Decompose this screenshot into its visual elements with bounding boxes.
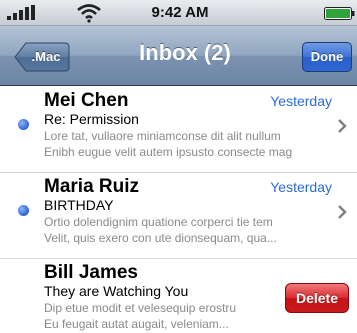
message-row[interactable]: Maria Ruiz Yesterday BIRTHDAY Ortio dole… <box>0 173 357 259</box>
message-preview-line2: Enibh eugue velit autem ipsusto consecte… <box>44 145 293 159</box>
message-subject: They are Watching You <box>44 283 189 299</box>
done-button[interactable]: Done <box>302 42 352 72</box>
message-preview-line1: Ortio dolendignim quatione corperci tie … <box>44 215 273 229</box>
message-preview-line2: Eu feugait autat augait, veleniam... <box>44 317 229 331</box>
chevron-right-icon <box>338 205 347 219</box>
status-time: 9:42 AM <box>151 4 209 21</box>
battery-icon <box>324 7 355 20</box>
status-bar: 9:42 AM <box>0 0 357 26</box>
message-preview-line1: Lore tat, vullaore miniamconse dit alit … <box>44 129 281 143</box>
message-subject: BIRTHDAY <box>44 197 114 213</box>
message-subject: Re: Permission <box>44 111 139 127</box>
message-sender: Maria Ruiz <box>44 176 140 197</box>
message-preview-line1: Dip etue modit et velesequip erostru <box>44 301 237 315</box>
wifi-icon <box>77 4 101 23</box>
back-button-label: .Mac <box>31 49 61 64</box>
message-date: Yesterday <box>270 93 332 109</box>
unread-indicator-icon <box>18 205 29 216</box>
message-row[interactable]: Mei Chen Yesterday Re: Permission Lore t… <box>0 87 357 173</box>
message-row[interactable]: Bill James They are Watching You Dip etu… <box>0 259 357 333</box>
message-date: Yesterday <box>270 179 332 195</box>
back-button[interactable]: .Mac <box>14 42 70 72</box>
unread-indicator-icon <box>18 119 29 130</box>
message-sender: Mei Chen <box>44 90 129 111</box>
signal-icon <box>7 5 35 20</box>
page-title: Inbox (2) <box>139 40 231 65</box>
delete-button[interactable]: Delete <box>285 283 349 313</box>
message-list: Mei Chen Yesterday Re: Permission Lore t… <box>0 87 357 333</box>
message-sender: Bill James <box>44 262 138 283</box>
message-preview-line2: Velit, quis exero con ute dionsequam, qu… <box>44 231 277 245</box>
navigation-bar: .Mac Inbox (2) Done <box>0 26 357 86</box>
chevron-right-icon <box>338 119 347 133</box>
